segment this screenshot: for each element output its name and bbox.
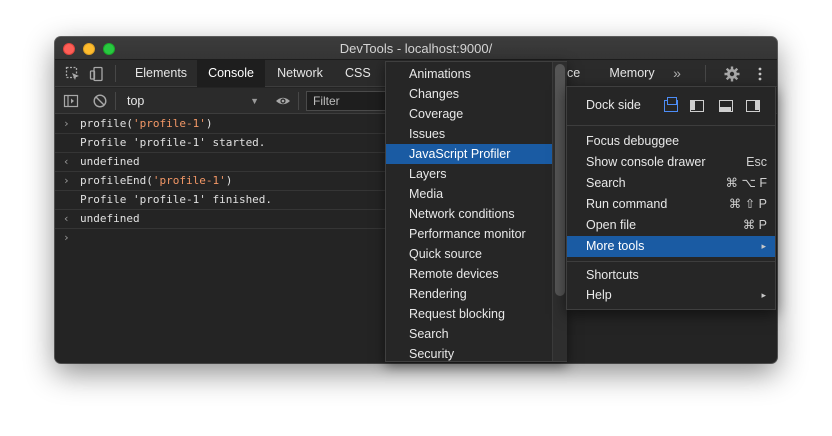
- menu-separator: [567, 125, 775, 126]
- run-command-item[interactable]: Run command ⌘ ⇧ P: [567, 194, 775, 215]
- input-chevron-icon: ›: [63, 117, 70, 130]
- show-console-drawer-item[interactable]: Show console drawer Esc: [567, 152, 775, 173]
- sidebar-toggle-icon[interactable]: [63, 93, 79, 109]
- dock-bottom-icon[interactable]: [719, 100, 733, 112]
- more-tools-item[interactable]: Media: [386, 184, 552, 204]
- device-toolbar-icon[interactable]: [89, 66, 105, 82]
- console-output: › profile('profile-1') Profile 'profile-…: [55, 115, 385, 363]
- filter-input[interactable]: Filter: [306, 91, 396, 111]
- context-selector[interactable]: top ▼: [121, 88, 265, 114]
- tab-network[interactable]: Network: [265, 60, 335, 87]
- live-expression-eye-icon[interactable]: [275, 93, 291, 109]
- settings-gear-icon[interactable]: [724, 66, 740, 82]
- open-file-item[interactable]: Open file ⌘ P: [567, 215, 775, 236]
- menu-item-label: Show console drawer: [586, 155, 706, 169]
- console-code: ): [205, 117, 213, 130]
- console-line: › profile('profile-1'): [55, 115, 385, 134]
- console-result: undefined: [80, 212, 140, 225]
- console-string: 'profile-1': [152, 174, 226, 187]
- console-code: ): [225, 174, 233, 187]
- more-tools-item[interactable]: Quick source: [386, 244, 552, 264]
- more-tools-item[interactable]: Rendering: [386, 284, 552, 304]
- dock-right-icon[interactable]: [746, 100, 760, 112]
- menu-item-shortcut: ⌘ ⇧ P: [728, 197, 767, 211]
- customize-control-menu: Dock side Focus debuggee Show console dra…: [566, 86, 776, 310]
- inspect-element-icon[interactable]: [65, 66, 81, 82]
- menu-item-shortcut: ⌘ ⌥ F: [725, 176, 768, 190]
- menu-item-shortcut: ⌘ P: [742, 218, 767, 232]
- more-tools-item[interactable]: Request blocking: [386, 304, 552, 324]
- dock-left-icon[interactable]: [690, 100, 704, 112]
- menu-item-shortcut: Esc: [746, 155, 767, 169]
- more-tools-item[interactable]: Remote devices: [386, 264, 552, 284]
- menu-item-label: Help: [586, 288, 612, 302]
- more-tools-submenu: Animations Changes Coverage Issues JavaScrip…: [385, 61, 567, 362]
- console-result: undefined: [80, 155, 140, 168]
- shortcuts-item[interactable]: Shortcuts: [567, 265, 775, 286]
- menu-item-label: Run command: [586, 197, 668, 211]
- focus-debuggee-item[interactable]: Focus debuggee: [567, 131, 775, 152]
- more-tools-item[interactable]: Search: [386, 324, 552, 344]
- console-line: ‹ undefined: [55, 153, 385, 172]
- console-line: Profile 'profile-1' finished.: [55, 191, 385, 210]
- console-log-message: Profile 'profile-1' started.: [80, 136, 266, 149]
- more-tools-item[interactable]: Changes: [386, 84, 552, 104]
- input-chevron-icon: ›: [63, 174, 70, 187]
- console-log-message: Profile 'profile-1' finished.: [80, 193, 273, 206]
- context-selector-value: top: [127, 94, 145, 108]
- prompt-chevron-icon: ›: [63, 231, 70, 244]
- more-tabs-button[interactable]: »: [665, 60, 689, 87]
- console-code: profile(: [80, 117, 133, 130]
- more-tools-item[interactable]: Security: [386, 344, 552, 361]
- tab-console[interactable]: Console: [197, 60, 265, 87]
- menu-item-label: Search: [586, 176, 626, 190]
- console-line: ‹ undefined: [55, 210, 385, 229]
- more-tools-item[interactable]: Coverage: [386, 104, 552, 124]
- window-title: DevTools - localhost:9000/: [339, 41, 493, 56]
- menu-separator: [567, 261, 775, 262]
- more-tools-item[interactable]: Network conditions: [386, 204, 552, 224]
- help-item[interactable]: Help ▸: [567, 285, 775, 306]
- menu-item-label: More tools: [586, 239, 645, 253]
- more-tools-item[interactable]: Layers: [386, 164, 552, 184]
- menu-item-label: Open file: [586, 218, 637, 232]
- submenu-scrollbar-thumb[interactable]: [555, 64, 565, 296]
- more-tools-item[interactable]: Issues: [386, 124, 552, 144]
- console-line: Profile 'profile-1' started.: [55, 134, 385, 153]
- toolbar-divider: [115, 92, 116, 110]
- menu-item-label: Shortcuts: [586, 268, 639, 282]
- undock-separate-window-icon[interactable]: [664, 97, 678, 112]
- more-tools-item[interactable]: Animations: [386, 64, 552, 84]
- title-bar: DevTools - localhost:9000/: [55, 37, 777, 60]
- submenu-arrow-icon: ▸: [761, 290, 766, 300]
- console-prompt-line[interactable]: ›: [55, 229, 385, 248]
- search-item[interactable]: Search ⌘ ⌥ F: [567, 173, 775, 194]
- tab-divider: [115, 65, 116, 82]
- menu-item-label: Focus debuggee: [586, 134, 680, 148]
- tab-css-overview[interactable]: CSS Ov: [337, 60, 385, 87]
- console-line: › profileEnd('profile-1'): [55, 172, 385, 191]
- more-tools-item[interactable]: JavaScript Profiler: [386, 144, 552, 164]
- more-tools-item[interactable]: Performance monitor: [386, 224, 552, 244]
- result-chevron-icon: ‹: [63, 155, 70, 168]
- submenu-arrow-icon: ▸: [761, 241, 766, 251]
- customize-menu-kebab-icon[interactable]: [752, 66, 768, 82]
- tab-memory[interactable]: Memory: [599, 60, 665, 87]
- console-string: 'profile-1': [132, 117, 206, 130]
- clear-console-icon[interactable]: [92, 93, 108, 109]
- more-tools-item[interactable]: More tools ▸: [567, 236, 775, 257]
- tab-divider: [705, 65, 706, 82]
- dock-side-label: Dock side: [586, 98, 641, 112]
- result-chevron-icon: ‹: [63, 212, 70, 225]
- tab-elements[interactable]: Elements: [125, 60, 197, 87]
- toolbar-divider: [298, 92, 299, 110]
- console-code: profileEnd(: [80, 174, 153, 187]
- dropdown-arrow-icon: ▼: [250, 96, 259, 106]
